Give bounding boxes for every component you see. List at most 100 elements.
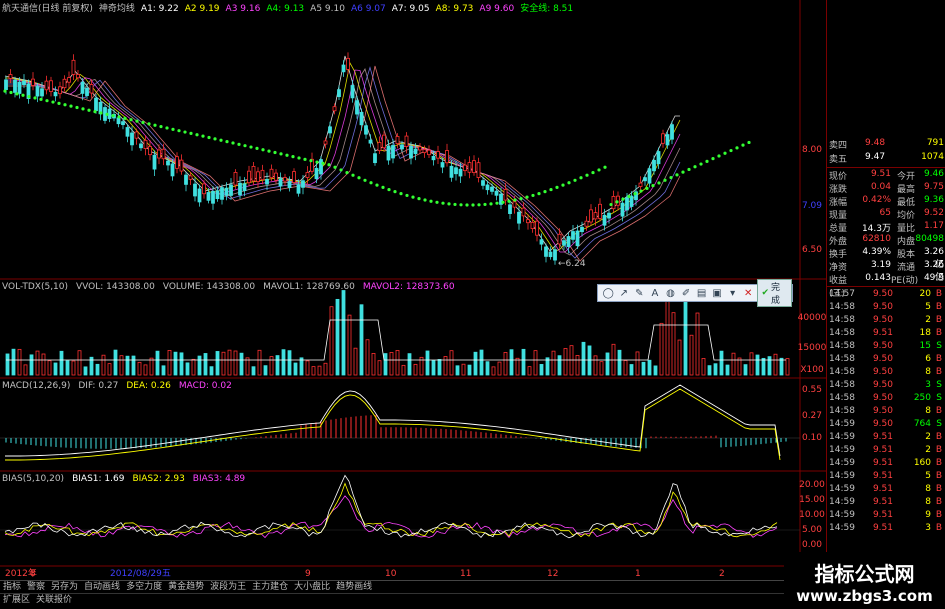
safety-line-dot: [681, 170, 685, 174]
tab-8[interactable]: 大小盘比: [294, 581, 330, 593]
ellipse-tool-icon[interactable]: ◯: [602, 287, 615, 300]
tab-1[interactable]: 警察: [27, 581, 45, 593]
tab-5[interactable]: 黄金趋势: [168, 581, 204, 593]
done-button[interactable]: ✔ 完成: [757, 279, 793, 307]
safety-line-dot: [537, 191, 541, 196]
safety-line-dot: [387, 187, 391, 192]
ask-row[interactable]: 卖五 9.47 1074: [829, 152, 944, 165]
volume-bar: [395, 350, 400, 376]
stat-value: 0.143: [865, 273, 891, 283]
stat-label: 股本: [896, 250, 915, 260]
volume-bar: [77, 350, 82, 376]
tab-6[interactable]: 波段为王: [210, 581, 246, 593]
volume-bar: [653, 365, 658, 376]
volume-pane-label[interactable]: VOL-TDX(5,10): [2, 282, 68, 292]
safety-line-dot: [723, 151, 727, 155]
candle-body: [386, 145, 391, 161]
tick-side: B: [935, 302, 942, 312]
candle-body: [566, 236, 571, 247]
volume-bar: [785, 358, 790, 376]
tick-time: 14:59: [829, 458, 855, 468]
brush-tool-icon[interactable]: ✎: [633, 287, 646, 300]
safety-line-dot: [213, 137, 217, 141]
save-tool-icon[interactable]: ▤: [695, 287, 708, 300]
safety-line-dot: [519, 197, 523, 201]
divider: [827, 286, 945, 287]
erase-tool-icon[interactable]: ✐: [680, 287, 693, 300]
candle-body: [328, 126, 332, 134]
safety-line-dot: [63, 103, 67, 107]
tab-3[interactable]: 自动画线: [84, 581, 120, 593]
stat-row: 现价 9.51 今开 9.46: [829, 169, 944, 182]
bias-pane-label[interactable]: BIAS(5,10,20): [2, 474, 64, 484]
tab-9[interactable]: 趋势画线: [336, 581, 372, 593]
tab-7[interactable]: 主力建仓: [252, 581, 288, 593]
volume-bar: [107, 363, 112, 376]
candle-body: [206, 192, 211, 201]
formula-name[interactable]: 神奇均线: [99, 2, 135, 16]
tick-volume: 5: [925, 471, 931, 481]
candle-body: [296, 184, 301, 194]
candle-body: [179, 159, 184, 172]
candle-body: [494, 190, 499, 196]
ask-row[interactable]: 卖四 9.48 791: [829, 138, 944, 151]
bias-axis-label: 10.00: [799, 510, 825, 520]
candle-body: [584, 220, 589, 227]
delete-tool-icon[interactable]: ✕: [742, 287, 755, 300]
tab-4[interactable]: 多空力度: [126, 581, 162, 593]
safety-line-dot: [663, 178, 667, 182]
tab-0[interactable]: 指标: [3, 581, 21, 593]
tick-side: B: [935, 328, 942, 338]
tick-time: 14:59: [829, 445, 855, 455]
ma-value-1: A2 9.19: [184, 4, 220, 14]
status-tab-1[interactable]: 关联报价: [36, 594, 72, 606]
stat-value: 62810: [862, 234, 891, 244]
volume-bar: [527, 366, 532, 376]
candle-body: [544, 246, 548, 257]
stock-title[interactable]: 航天通信(日线 前复权): [2, 2, 93, 16]
safety-line-dot: [567, 181, 571, 185]
volume-bar: [491, 366, 496, 376]
tab-2[interactable]: 另存为: [51, 581, 78, 593]
safety-line-dot: [147, 122, 151, 126]
text-tool-icon[interactable]: A: [649, 287, 662, 300]
tick-time: 14:59: [829, 523, 855, 533]
date-axis-label: 10: [385, 569, 397, 579]
color-tool-icon[interactable]: ▾: [726, 287, 739, 300]
candle-body: [62, 78, 67, 89]
tick-volume: 8: [925, 367, 931, 377]
tick-volume: 9: [925, 510, 931, 520]
tick-row: 14:59 9.51 8 B: [829, 484, 944, 496]
tick-row: 14:59 9.51 2 B: [829, 445, 944, 457]
candle-body: [454, 167, 458, 175]
ma-line: [5, 66, 681, 259]
bias-axis-label: 0.00: [802, 540, 822, 550]
volume-bar: [23, 364, 28, 376]
arrow-tool-icon[interactable]: ↗: [618, 287, 631, 300]
volume-bar: [11, 348, 16, 376]
ma-line: [5, 68, 681, 256]
volume-bar: [389, 352, 394, 376]
candle-body: [211, 190, 215, 204]
tick-time: 14:58: [829, 393, 855, 403]
volume-bar: [659, 322, 664, 376]
globe-tool-icon[interactable]: ◍: [664, 287, 677, 300]
safety-line-dot: [639, 189, 643, 193]
tick-row: 14:58 9.51 18 B: [829, 328, 944, 340]
ma-value-6: A7: 9.05: [391, 4, 430, 14]
candle-body: [440, 162, 445, 168]
macd-pane-label[interactable]: MACD(12,26,9): [2, 381, 70, 391]
candle-body: [58, 86, 62, 95]
candle-body: [337, 89, 341, 98]
candle-body: [229, 184, 233, 196]
status-tab-0[interactable]: 扩展区: [3, 594, 30, 606]
volume-bar: [95, 363, 100, 376]
safety-line-dot: [411, 195, 415, 199]
candle-body: [364, 125, 368, 135]
macd-axis-label: 0.10: [802, 433, 822, 443]
candle-body: [548, 251, 553, 258]
candle-body: [35, 86, 40, 97]
copy-tool-icon[interactable]: ▣: [711, 287, 724, 300]
safety-line-dot: [3, 89, 7, 93]
volume-bar: [413, 363, 418, 376]
